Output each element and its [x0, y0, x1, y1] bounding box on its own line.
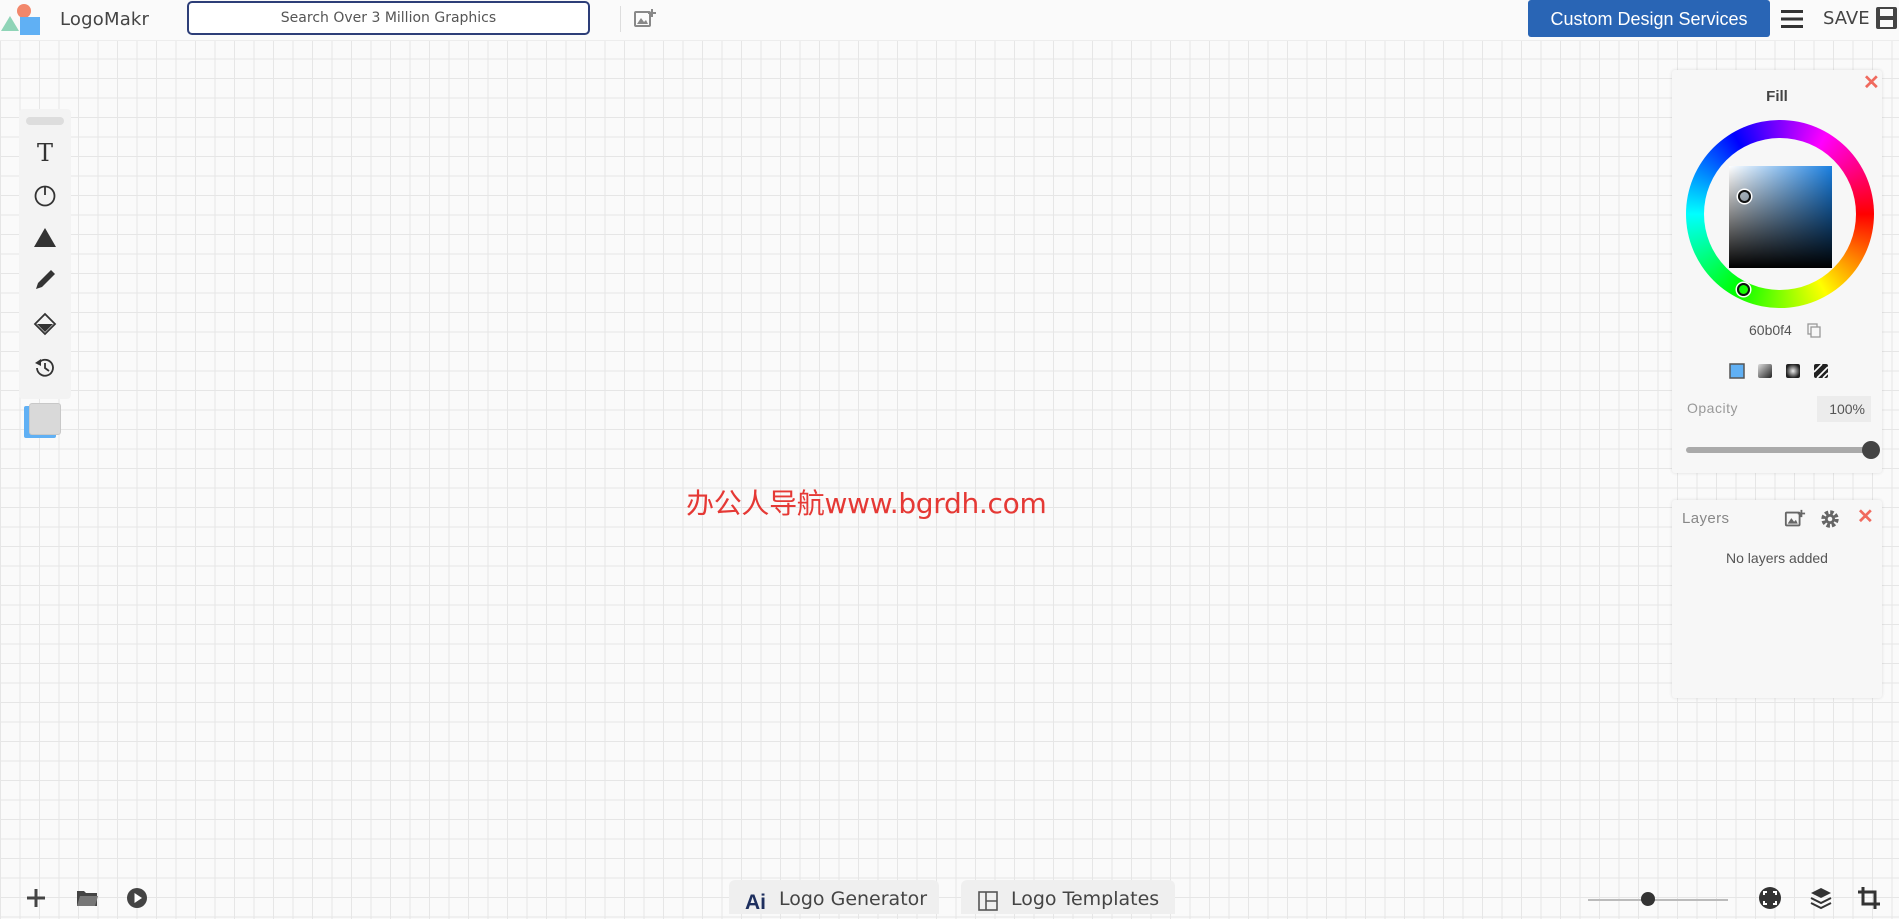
search-input[interactable] — [187, 1, 590, 35]
bottom-bar — [0, 872, 1899, 914]
layers-stack-icon[interactable] — [1809, 886, 1833, 910]
radial-gradient-icon[interactable] — [1785, 363, 1801, 379]
solid-fill-icon[interactable] — [1729, 363, 1745, 379]
svg-text:Ai: Ai — [745, 891, 766, 912]
linear-gradient-icon[interactable] — [1757, 363, 1773, 379]
saturation-value-handle[interactable] — [1738, 190, 1751, 203]
brand-name[interactable]: LogoMakr — [60, 9, 149, 30]
shape-tool-button[interactable] — [29, 222, 61, 254]
tab-logo-templates[interactable]: Logo Templates — [961, 880, 1175, 914]
svg-text:T: T — [37, 139, 53, 165]
add-layer-image-icon[interactable] — [1784, 508, 1806, 530]
left-toolbar: T — [19, 109, 71, 438]
folder-icon[interactable] — [75, 886, 99, 910]
layers-panel: Layers ✕ No layers added — [1672, 500, 1882, 698]
gear-icon[interactable] — [1819, 508, 1841, 530]
opacity-slider-handle[interactable] — [1862, 441, 1880, 459]
pencil-icon — [36, 270, 55, 289]
layers-panel-title: Layers — [1682, 510, 1730, 527]
plus-icon[interactable] — [24, 886, 48, 910]
fill-panel-title: Fill — [1766, 88, 1788, 105]
opacity-slider-track[interactable] — [1686, 447, 1872, 453]
hamburger-menu-icon[interactable] — [1778, 5, 1806, 33]
zoom-slider-handle[interactable] — [1641, 892, 1655, 906]
fill-tool-button[interactable] — [29, 308, 61, 340]
tab-logo-generator[interactable]: Ai Logo Generator — [729, 880, 939, 914]
logomakr-logo-icon[interactable] — [0, 2, 44, 36]
power-timer-icon — [34, 185, 56, 207]
watermark-text: 办公人导航www.bgrdh.com — [686, 487, 1047, 520]
toolbar-drag-handle[interactable] — [26, 117, 64, 125]
paint-bucket-icon — [33, 312, 57, 336]
copy-icon[interactable] — [1806, 322, 1822, 338]
history-tool-button[interactable] — [29, 352, 61, 384]
pen-tool-button[interactable] — [29, 264, 61, 296]
history-icon — [35, 358, 54, 377]
play-icon[interactable] — [125, 886, 149, 910]
hex-color-value[interactable]: 60b0f4 — [1749, 322, 1792, 338]
fit-to-screen-icon[interactable] — [1758, 886, 1782, 910]
divider — [620, 6, 621, 32]
text-icon: T — [37, 139, 53, 165]
crop-icon[interactable] — [1857, 886, 1881, 910]
pattern-fill-icon[interactable] — [1813, 363, 1829, 379]
save-floppy-icon[interactable] — [1874, 4, 1899, 32]
opacity-label: Opacity — [1687, 400, 1738, 416]
zoom-slider-track[interactable] — [1588, 899, 1728, 901]
primary-color-swatch[interactable] — [30, 404, 60, 434]
layers-empty-message: No layers added — [1726, 550, 1828, 566]
text-tool-button[interactable]: T — [29, 136, 61, 168]
tab-logo-templates-label: Logo Templates — [1011, 888, 1160, 910]
save-button[interactable]: SAVE — [1823, 8, 1870, 29]
ai-icon: Ai — [745, 891, 766, 912]
icon-search-tool-button[interactable] — [29, 179, 61, 211]
tab-logo-generator-label: Logo Generator — [779, 888, 928, 910]
custom-design-services-button[interactable]: Custom Design Services — [1528, 0, 1770, 37]
close-layers-panel-icon[interactable]: ✕ — [1857, 507, 1874, 527]
opacity-input[interactable]: 100% — [1817, 396, 1871, 422]
fill-panel: ✕ Fill 60b0f4 Opacity 100% — [1672, 70, 1882, 473]
triangle-icon — [34, 228, 56, 247]
top-bar: LogoMakr Custom Design Services SAVE — [0, 0, 1899, 41]
hue-handle[interactable] — [1737, 283, 1750, 296]
upload-image-icon[interactable] — [632, 7, 658, 31]
templates-icon — [978, 891, 998, 911]
saturation-value-square[interactable] — [1729, 166, 1832, 268]
